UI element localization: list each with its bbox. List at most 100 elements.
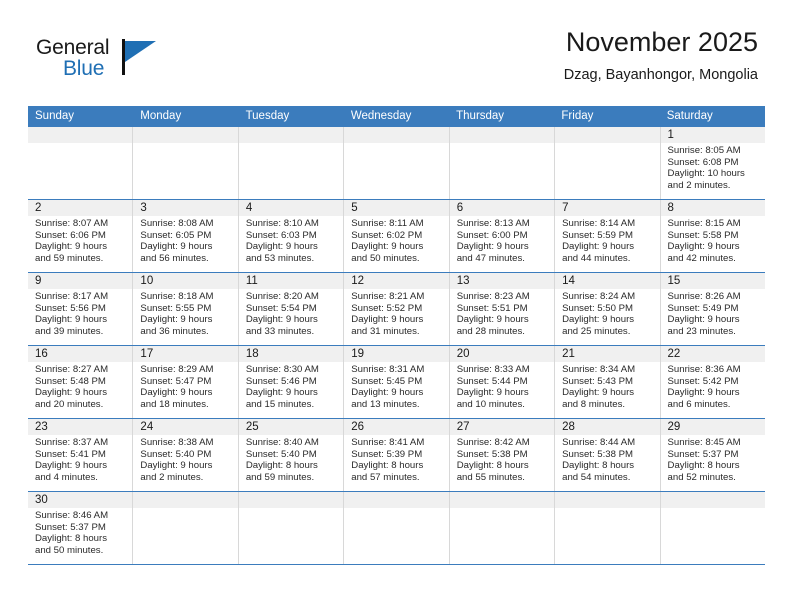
day-detail-line: and 28 minutes.	[456, 325, 525, 337]
day-detail-line: Sunrise: 8:37 AM	[35, 437, 109, 448]
day-details: Sunrise: 8:37 AM Sunset: 5:41 PM Daylight:…	[28, 435, 132, 483]
day-detail-line: Daylight: 9 hours	[245, 314, 318, 326]
calendar-day-cell[interactable]: 6 Sunrise: 8:13 AM Sunset: 6:00 PM Daylight…	[449, 200, 556, 272]
day-detail-line: Sunset: 5:38 PM	[456, 448, 528, 460]
calendar-day-cell[interactable]: 26 Sunrise: 8:41 AM Sunset: 5:39 PM Dayligh…	[344, 419, 450, 491]
day-details: Sunrise: 8:36 AM Sunset: 5:42 PM Daylight:…	[661, 362, 765, 410]
calendar-week-row: 2 Sunrise: 8:07 AM Sunset: 6:06 PM Daylight…	[28, 200, 765, 273]
day-number: 11	[238, 273, 344, 289]
day-detail-line: and 15 minutes.	[245, 398, 315, 410]
day-details: Sunrise: 8:13 AM Sunset: 6:00 PM Daylight:…	[450, 216, 554, 264]
day-number	[133, 127, 238, 143]
calendar-day-cell[interactable]: 17 Sunrise: 8:29 AM Sunset: 5:47 PM Dayligh…	[133, 346, 239, 418]
day-number: 2	[28, 200, 133, 216]
day-detail-line: Sunset: 6:05 PM	[140, 229, 212, 241]
day-detail-line: Daylight: 9 hours	[456, 387, 529, 399]
calendar-day-cell[interactable]: 16 Sunrise: 8:27 AM Sunset: 5:48 PM Dayligh…	[28, 346, 134, 418]
triangle-flag-icon	[122, 38, 156, 75]
calendar-day-cell-empty	[449, 492, 556, 564]
day-details: Sunrise: 8:08 AM Sunset: 6:05 PM Daylight:…	[133, 216, 237, 264]
calendar-day-cell[interactable]: 12 Sunrise: 8:21 AM Sunset: 5:52 PM Dayligh…	[344, 273, 450, 345]
day-number: 25	[238, 419, 344, 435]
calendar-week-row: 9 Sunrise: 8:17 AM Sunset: 5:56 PM Daylight…	[28, 273, 765, 346]
day-details: Sunrise: 8:11 AM Sunset: 6:02 PM Daylight:…	[344, 216, 448, 264]
calendar-day-cell[interactable]: 23 Sunrise: 8:37 AM Sunset: 5:41 PM Dayligh…	[28, 419, 134, 491]
day-details: Sunrise: 8:34 AM Sunset: 5:43 PM Daylight:…	[555, 362, 659, 410]
day-detail-line: Daylight: 9 hours	[140, 460, 213, 472]
day-detail-line: Sunrise: 8:17 AM	[35, 291, 109, 302]
calendar-week-row: 1 Sunrise: 8:05 AM Sunset: 6:08 PM Daylight…	[28, 127, 765, 200]
calendar-day-cell[interactable]: 24 Sunrise: 8:38 AM Sunset: 5:40 PM Dayligh…	[133, 419, 239, 491]
day-detail-line: and 50 minutes.	[35, 544, 104, 556]
brand-logo[interactable]: General Blue	[36, 36, 186, 88]
calendar-weeks: 1 Sunrise: 8:05 AM Sunset: 6:08 PM Daylight…	[28, 127, 765, 565]
day-number: 20	[449, 346, 555, 362]
calendar-day-cell[interactable]: 2 Sunrise: 8:07 AM Sunset: 6:06 PM Daylight…	[28, 200, 134, 272]
day-number: 24	[133, 419, 238, 435]
calendar-day-cell[interactable]: 5 Sunrise: 8:11 AM Sunset: 6:02 PM Daylight…	[344, 200, 450, 272]
brand-name-bottom: Blue	[63, 57, 105, 80]
day-detail-line: Sunset: 5:58 PM	[667, 229, 739, 241]
calendar-day-cell[interactable]: 27 Sunrise: 8:42 AM Sunset: 5:38 PM Dayligh…	[449, 419, 556, 491]
day-detail-line: Daylight: 8 hours	[562, 460, 635, 472]
calendar-day-cell[interactable]: 18 Sunrise: 8:30 AM Sunset: 5:46 PM Dayligh…	[238, 346, 345, 418]
day-number	[660, 492, 765, 508]
day-number: 10	[133, 273, 238, 289]
day-detail-line: Sunset: 5:51 PM	[456, 302, 528, 314]
calendar-day-cell[interactable]: 20 Sunrise: 8:33 AM Sunset: 5:44 PM Dayligh…	[449, 346, 556, 418]
day-detail-line: Sunrise: 8:26 AM	[667, 291, 741, 302]
day-number: 15	[660, 273, 765, 289]
day-detail-line: and 55 minutes.	[456, 471, 525, 483]
calendar-day-cell[interactable]: 8 Sunrise: 8:15 AM Sunset: 5:58 PM Daylight…	[660, 200, 765, 272]
day-detail-line: Sunset: 5:59 PM	[562, 229, 634, 241]
day-detail-line: Sunrise: 8:23 AM	[456, 291, 530, 302]
day-detail-line: and 44 minutes.	[562, 252, 631, 264]
calendar-grid: Sunday Monday Tuesday Wednesday Thursday Frid…	[28, 106, 765, 565]
calendar-day-cell[interactable]: 28 Sunrise: 8:44 AM Sunset: 5:38 PM Dayligh…	[555, 419, 661, 491]
day-detail-line: Sunset: 6:03 PM	[245, 229, 317, 241]
calendar-day-cell-empty	[660, 492, 765, 564]
calendar-day-cell[interactable]: 11 Sunrise: 8:20 AM Sunset: 5:54 PM Dayligh…	[238, 273, 345, 345]
calendar-week-row: 30 Sunrise: 8:46 AM Sunset: 5:37 PM Dayligh…	[28, 492, 765, 565]
day-detail-line: Sunset: 5:41 PM	[35, 448, 106, 460]
day-number	[449, 127, 555, 143]
day-detail-line: Daylight: 8 hours	[245, 460, 318, 472]
day-detail-line: Sunset: 5:49 PM	[667, 302, 739, 314]
calendar-day-cell[interactable]: 1 Sunrise: 8:05 AM Sunset: 6:08 PM Daylight…	[660, 127, 765, 199]
day-detail-line: Daylight: 8 hours	[351, 460, 424, 472]
calendar-day-cell[interactable]: 7 Sunrise: 8:14 AM Sunset: 5:59 PM Daylight…	[555, 200, 661, 272]
day-detail-line: and 23 minutes.	[667, 325, 736, 337]
day-details: Sunrise: 8:07 AM Sunset: 6:06 PM Daylight:…	[28, 216, 132, 264]
calendar-day-cell[interactable]: 10 Sunrise: 8:18 AM Sunset: 5:55 PM Dayligh…	[133, 273, 239, 345]
calendar-day-cell[interactable]: 14 Sunrise: 8:24 AM Sunset: 5:50 PM Dayligh…	[555, 273, 661, 345]
day-details: Sunrise: 8:44 AM Sunset: 5:38 PM Daylight:…	[555, 435, 659, 483]
day-number	[133, 492, 238, 508]
calendar-day-cell-empty	[238, 127, 345, 199]
calendar-day-cell[interactable]: 25 Sunrise: 8:40 AM Sunset: 5:40 PM Dayligh…	[238, 419, 345, 491]
day-number: 23	[28, 419, 133, 435]
day-detail-line: and 18 minutes.	[140, 398, 209, 410]
day-detail-line: Sunset: 5:40 PM	[140, 448, 212, 460]
calendar-day-cell[interactable]: 4 Sunrise: 8:10 AM Sunset: 6:03 PM Daylight…	[238, 200, 345, 272]
calendar-day-cell[interactable]: 22 Sunrise: 8:36 AM Sunset: 5:42 PM Dayligh…	[660, 346, 765, 418]
day-detail-line: and 2 minutes.	[140, 471, 204, 483]
calendar-day-cell[interactable]: 15 Sunrise: 8:26 AM Sunset: 5:49 PM Dayligh…	[660, 273, 765, 345]
calendar-day-cell[interactable]: 13 Sunrise: 8:23 AM Sunset: 5:51 PM Dayligh…	[449, 273, 556, 345]
calendar-day-cell-empty	[344, 492, 450, 564]
calendar-day-cell-empty	[28, 127, 134, 199]
weekday-header-saturday: Saturday	[666, 110, 713, 122]
day-detail-line: and 59 minutes.	[35, 252, 104, 264]
day-detail-line: Sunrise: 8:33 AM	[456, 364, 530, 375]
calendar-day-cell[interactable]: 19 Sunrise: 8:31 AM Sunset: 5:45 PM Dayligh…	[344, 346, 450, 418]
day-detail-line: Sunrise: 8:29 AM	[140, 364, 214, 375]
calendar-day-cell[interactable]: 21 Sunrise: 8:34 AM Sunset: 5:43 PM Dayligh…	[555, 346, 661, 418]
weekday-header-wednesday: Wednesday	[350, 110, 412, 122]
calendar-day-cell[interactable]: 9 Sunrise: 8:17 AM Sunset: 5:56 PM Daylight…	[28, 273, 134, 345]
day-details: Sunrise: 8:46 AM Sunset: 5:37 PM Daylight:…	[28, 508, 132, 556]
day-detail-line: Daylight: 8 hours	[456, 460, 529, 472]
calendar-day-cell[interactable]: 29 Sunrise: 8:45 AM Sunset: 5:37 PM Dayligh…	[660, 419, 765, 491]
calendar-day-cell[interactable]: 3 Sunrise: 8:08 AM Sunset: 6:05 PM Daylight…	[133, 200, 239, 272]
day-detail-line: and 20 minutes.	[35, 398, 104, 410]
calendar-day-cell[interactable]: 30 Sunrise: 8:46 AM Sunset: 5:37 PM Dayligh…	[28, 492, 134, 564]
day-detail-line: Sunset: 6:08 PM	[667, 156, 739, 168]
